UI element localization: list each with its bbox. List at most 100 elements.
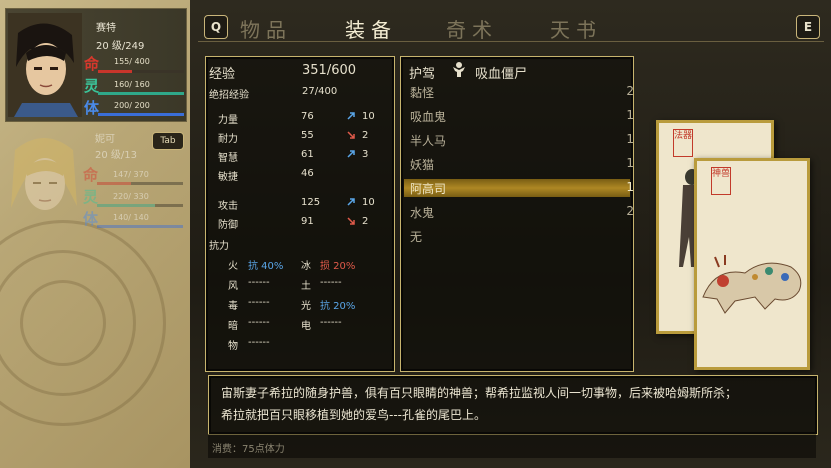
character-name: 妮可: [95, 134, 115, 145]
resist-light-value: 抗 20%: [320, 301, 356, 312]
tab-equipment[interactable]: 装备: [345, 14, 397, 43]
hp-kanji: 命: [84, 55, 100, 73]
attr-wisdom-mod: 3: [362, 149, 369, 160]
resist-electric-label: 电: [301, 321, 311, 332]
list-item[interactable]: 黏怪 2: [410, 84, 634, 102]
item-card-front: 神兽: [694, 158, 810, 370]
cost-bar: 消费：75点体力: [208, 434, 816, 458]
resist-physical-value: ------: [248, 337, 270, 348]
peacock-beast-illustration: [702, 255, 802, 314]
list-item-name: 吸血鬼: [410, 110, 447, 124]
tab-items[interactable]: 物品: [240, 14, 292, 43]
description-line-2: 希拉就把百只眼移植到她的爱鸟---孔雀的尾巴上。: [221, 408, 486, 422]
sp-bar-fill: [98, 113, 184, 116]
mp-value: 220/ 330: [113, 192, 149, 201]
sp-bar: [98, 113, 184, 116]
exp-value: 351/600: [302, 63, 357, 78]
attr-strength-label: 力量: [218, 115, 238, 126]
attack-mod: 10: [362, 197, 375, 208]
sp-bar: [97, 225, 183, 228]
exp-label: 经验: [209, 67, 236, 82]
list-item-count: 1: [626, 156, 634, 170]
mp-bar: [98, 92, 184, 95]
decorative-swirl: [20, 280, 106, 366]
mp-kanji: 灵: [84, 77, 100, 95]
resist-ice-value: 损 20%: [320, 261, 356, 272]
resist-dark-value: ------: [248, 317, 270, 328]
top-tab-bar: Q 物品 装备 奇术 天书 E: [198, 10, 824, 42]
increase-arrow-icon: [347, 112, 355, 120]
resist-earth-value: ------: [320, 277, 342, 288]
mp-kanji: 灵: [83, 188, 99, 206]
character-level: 20 级/249: [96, 41, 145, 52]
prev-tab-key-button[interactable]: Q: [204, 15, 228, 39]
list-item-name: 阿高司: [410, 182, 447, 196]
sp-kanji: 体: [84, 99, 100, 117]
resist-earth-label: 土: [301, 281, 311, 292]
hp-bar-fill: [98, 70, 132, 73]
tab-switch-button[interactable]: Tab: [152, 132, 184, 150]
attr-agility-label: 敏捷: [218, 172, 238, 183]
resist-fire-label: 火: [228, 261, 238, 272]
resist-light-label: 光: [301, 301, 311, 312]
sp-kanji: 体: [83, 210, 99, 228]
resist-electric-value: ------: [320, 317, 342, 328]
resist-poison-label: 毒: [228, 301, 238, 312]
tab-magic[interactable]: 奇术: [446, 14, 498, 43]
skill-exp-value: 27/400: [302, 86, 338, 97]
character-portrait: [8, 13, 82, 117]
resist-wind-value: ------: [248, 277, 270, 288]
list-item-selected[interactable]: 阿高司 1: [410, 180, 634, 198]
hp-value: 147/ 370: [113, 170, 149, 179]
mp-value: 160/ 160: [114, 80, 150, 89]
description-box: 宙斯妻子希拉的随身护兽，俱有百只眼睛的神兽；帮希拉监视人间一切事物，后来被哈姆斯…: [208, 375, 818, 435]
mp-bar-fill: [98, 92, 184, 95]
equipped-guardian-name: 吸血僵尸: [475, 67, 528, 82]
hp-bar-fill: [97, 182, 132, 185]
sp-value: 200/ 200: [114, 101, 150, 110]
list-item[interactable]: 水鬼 2: [410, 204, 634, 222]
list-item[interactable]: 吸血鬼 1: [410, 108, 634, 126]
list-item-name: 妖猫: [410, 158, 435, 172]
resist-fire-value: 抗 40%: [248, 261, 284, 272]
sp-bar-fill: [97, 225, 183, 228]
tab-heaven-book[interactable]: 天书: [550, 14, 602, 43]
list-item-name: 半人马: [410, 134, 447, 148]
attr-agility-value: 46: [301, 168, 314, 179]
tab-divider: [198, 41, 824, 42]
character-name: 赛特: [96, 23, 116, 34]
resist-physical-label: 物: [228, 341, 238, 352]
attr-stamina-label: 耐力: [218, 134, 238, 145]
resist-dark-label: 暗: [228, 321, 238, 332]
resist-poison-value: ------: [248, 297, 270, 308]
list-item[interactable]: 半人马 1: [410, 132, 634, 150]
card-seal: 法器: [673, 129, 693, 157]
hp-kanji: 命: [83, 166, 99, 184]
attr-wisdom-value: 61: [301, 149, 314, 160]
resist-label: 抗力: [209, 241, 229, 252]
character-portrait: [11, 138, 77, 210]
attr-strength-mod: 10: [362, 111, 375, 122]
description-line-1: 宙斯妻子希拉的随身护兽，俱有百只眼睛的神兽；帮希拉监视人间一切事物，后来被哈姆斯…: [221, 386, 738, 400]
next-tab-key-button[interactable]: E: [796, 15, 820, 39]
list-item-count: 1: [626, 132, 634, 146]
list-item-name: 黏怪: [410, 86, 435, 100]
stats-panel: 经验 351/600 绝招经验 27/400 力量 76 10 耐力 55 2 …: [205, 56, 395, 372]
character-card-1[interactable]: 赛特 20 级/249 命 155/ 400 灵 160/ 160 体 200/…: [5, 8, 187, 122]
increase-arrow-icon: [347, 198, 355, 206]
list-item[interactable]: 无: [410, 228, 632, 246]
hp-bar: [97, 182, 183, 185]
attr-wisdom-label: 智慧: [218, 153, 238, 164]
attr-stamina-value: 55: [301, 130, 314, 141]
list-item-name: 水鬼: [410, 206, 435, 220]
increase-arrow-icon: [347, 150, 355, 158]
guard-slot-label: 护驾: [409, 67, 436, 82]
list-item[interactable]: 妖猫 1: [410, 156, 634, 174]
resist-ice-label: 冰: [301, 261, 311, 272]
mp-bar-fill: [97, 204, 155, 207]
sp-value: 140/ 140: [113, 213, 149, 222]
list-item-count: 1: [626, 108, 634, 122]
resist-wind-label: 风: [228, 281, 238, 292]
attack-value: 125: [301, 197, 321, 208]
decrease-arrow-icon: [347, 217, 355, 225]
